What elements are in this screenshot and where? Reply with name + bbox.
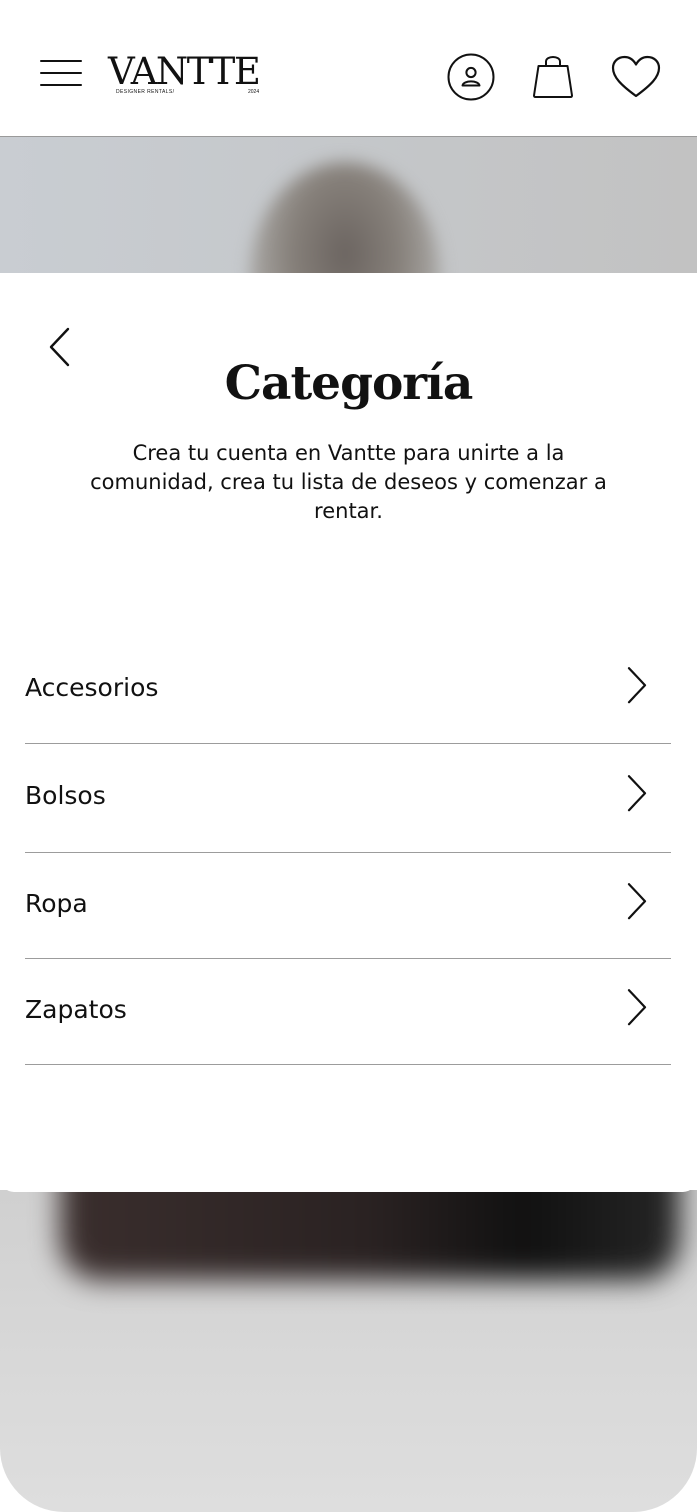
- category-item-accesorios[interactable]: Accesorios: [25, 636, 671, 744]
- category-item-bolsos[interactable]: Bolsos: [25, 744, 671, 853]
- brand-name: VANTTE: [108, 50, 261, 93]
- category-label: Ropa: [25, 888, 88, 918]
- category-panel: Categoría Crea tu cuenta en Vantte para …: [0, 273, 697, 1192]
- chevron-right-icon: [627, 666, 647, 703]
- category-label: Bolsos: [25, 781, 106, 811]
- chevron-right-icon: [627, 988, 647, 1025]
- hero-image-top: [0, 137, 697, 277]
- heart-icon[interactable]: [611, 55, 661, 99]
- hero-blur-shape: [60, 1190, 680, 1280]
- category-label: Accesorios: [25, 672, 159, 702]
- category-list: Accesorios Bolsos Ropa Zapatos: [25, 636, 671, 1065]
- app-screen: VANTTE DESIGNER RENTALS/ 2024 Categoría …: [0, 0, 697, 1512]
- panel-description: Crea tu cuenta en Vantte para unirte a l…: [90, 441, 607, 523]
- brand-tagline: DESIGNER RENTALS/: [116, 89, 175, 95]
- hero-image-bottom: [0, 1190, 697, 1512]
- shopping-bag-icon[interactable]: [531, 51, 575, 99]
- brand-logo[interactable]: VANTTE DESIGNER RENTALS/ 2024: [108, 52, 268, 100]
- panel-title: Categoría: [224, 356, 474, 412]
- category-item-zapatos[interactable]: Zapatos: [25, 959, 671, 1065]
- chevron-right-icon: [627, 882, 647, 919]
- category-item-ropa[interactable]: Ropa: [25, 853, 671, 959]
- chevron-right-icon: [627, 775, 647, 812]
- site-header: VANTTE DESIGNER RENTALS/ 2024: [0, 0, 697, 137]
- user-account-icon[interactable]: [447, 53, 495, 101]
- hamburger-menu-icon[interactable]: [36, 52, 84, 94]
- category-label: Zapatos: [25, 994, 127, 1024]
- hero-blur-shape: [250, 162, 440, 277]
- brand-year: 2024: [248, 89, 260, 95]
